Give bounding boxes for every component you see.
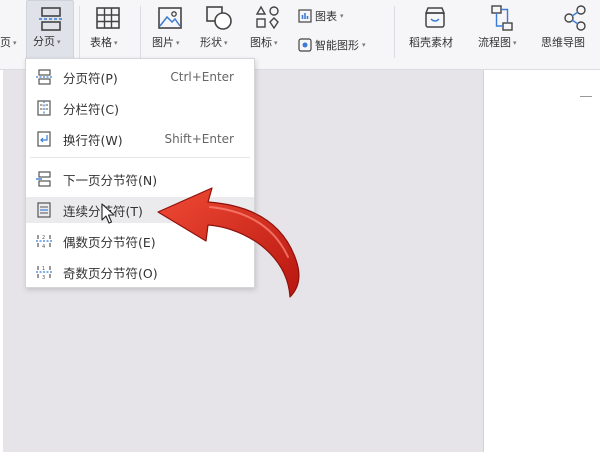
continuous-section-break-icon <box>37 202 51 218</box>
flowchart-button[interactable]: 流程图 ▾ <box>474 0 530 62</box>
icon-library-button[interactable]: 图标 ▾ <box>246 0 290 62</box>
chart-button[interactable]: 图表 ▾ <box>298 8 344 24</box>
mindmap-icon <box>564 5 586 31</box>
even-page-section-break-icon: 2 4 <box>36 235 52 249</box>
svg-text:1: 1 <box>42 266 45 272</box>
page-break-icon <box>39 7 63 31</box>
page-break-label: 分页 <box>33 35 55 48</box>
table-button[interactable]: 表格 ▾ <box>86 0 130 62</box>
menu-separator <box>30 157 250 158</box>
red-curved-arrow-icon <box>157 187 300 298</box>
document-page[interactable] <box>483 70 600 452</box>
margin-mark <box>580 96 592 97</box>
menu-item-label: 偶数页分节符(E) <box>63 234 156 250</box>
shape-button[interactable]: 形状 ▾ <box>196 0 240 62</box>
mindmap-label: 思维导图 <box>541 36 585 49</box>
odd-page-section-break-icon: 1 3 <box>36 266 52 280</box>
menu-item-shortcut: Shift+Enter <box>164 132 234 146</box>
flowchart-icon <box>491 5 513 31</box>
line-break-icon <box>37 131 51 147</box>
table-label: 表格 <box>90 36 112 49</box>
picture-label: 图片 <box>152 36 174 49</box>
menu-item-label: 换行符(W) <box>63 132 123 148</box>
document-page-left-edge <box>0 70 3 452</box>
table-icon <box>96 7 120 29</box>
menu-item-page-break[interactable]: 分页符(P) Ctrl+Enter <box>26 64 254 90</box>
menu-item-column-break[interactable]: 分栏符(C) <box>26 95 254 121</box>
daoke-material-label: 稻壳素材 <box>409 36 453 49</box>
picture-icon <box>158 7 182 29</box>
smartart-icon <box>298 38 312 52</box>
ribbon-partial-label: 页 <box>0 36 11 49</box>
ribbon-separator <box>79 6 80 58</box>
icons-grid-icon <box>255 5 279 30</box>
bar-chart-icon <box>298 9 312 23</box>
menu-item-label: 分栏符(C) <box>63 101 119 117</box>
material-store-icon <box>424 7 446 28</box>
menu-item-label: 奇数页分节符(O) <box>63 265 158 281</box>
page-break-icon <box>36 69 52 85</box>
menu-item-label: 分页符(P) <box>63 70 118 86</box>
menu-item-line-break[interactable]: 换行符(W) Shift+Enter <box>26 126 254 152</box>
svg-text:4: 4 <box>42 244 45 249</box>
flowchart-label: 流程图 <box>478 36 511 49</box>
next-page-section-break-icon <box>36 171 51 187</box>
ribbon-item-partial[interactable]: 页 ▾ <box>0 0 18 62</box>
smartart-label: 智能图形 <box>315 39 359 52</box>
daoke-material-button[interactable]: 稻壳素材 <box>403 0 467 62</box>
shape-label: 形状 <box>200 36 222 49</box>
svg-text:2: 2 <box>42 235 45 241</box>
ribbon-separator <box>394 6 395 58</box>
menu-item-label: 下一页分节符(N) <box>63 172 158 188</box>
page-break-button[interactable]: 分页 ▾ <box>26 0 74 62</box>
mindmap-button[interactable]: 思维导图 <box>538 0 600 62</box>
smartart-button[interactable]: 智能图形 ▾ <box>298 37 366 53</box>
column-break-icon <box>37 100 51 116</box>
mouse-pointer-icon <box>101 203 115 224</box>
chart-label: 图表 <box>315 10 337 23</box>
picture-button[interactable]: 图片 ▾ <box>148 0 192 62</box>
shape-icon <box>206 6 232 30</box>
svg-text:3: 3 <box>42 275 45 280</box>
ribbon-separator <box>140 6 141 58</box>
icon-library-label: 图标 <box>250 36 272 49</box>
menu-item-shortcut: Ctrl+Enter <box>170 70 234 84</box>
